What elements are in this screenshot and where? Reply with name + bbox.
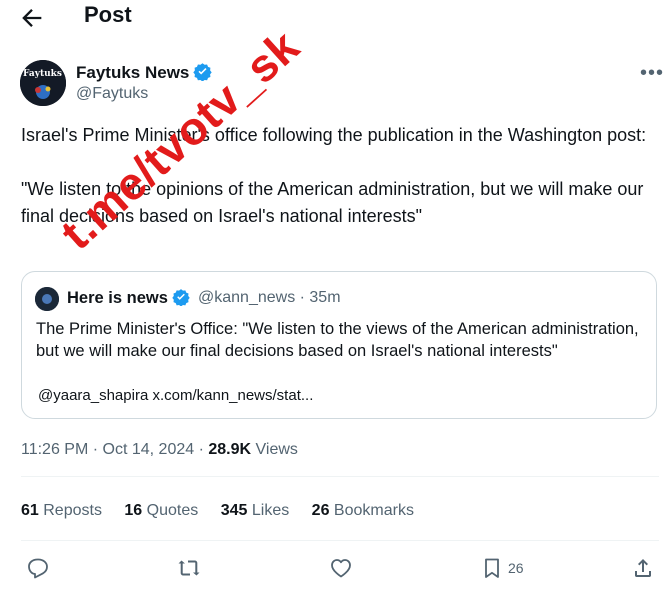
author-handle[interactable]: @Faytuks bbox=[76, 85, 148, 103]
bookmark-icon[interactable] bbox=[480, 556, 506, 582]
reposts-label: Reposts bbox=[43, 502, 102, 519]
repost-icon[interactable] bbox=[177, 556, 203, 582]
quotes-label: Quotes bbox=[146, 502, 199, 519]
bookmarks-count: 26 bbox=[311, 502, 330, 519]
likes-count: 345 bbox=[220, 502, 248, 519]
likes-label: Likes bbox=[251, 502, 290, 519]
more-options-icon[interactable]: ••• bbox=[640, 62, 664, 85]
like-heart-icon[interactable] bbox=[329, 556, 355, 582]
divider bbox=[21, 476, 659, 477]
quote-text: The Prime Minister's Office: "We listen … bbox=[36, 320, 639, 360]
quote-author-name[interactable]: Here is news bbox=[67, 288, 190, 311]
verified-badge-icon bbox=[172, 288, 190, 311]
bookmarks-label: Bookmarks bbox=[333, 502, 414, 519]
reposts-stat[interactable]: 61 Reposts bbox=[21, 502, 102, 519]
quote-author-name-text[interactable]: Here is news bbox=[67, 289, 168, 307]
views-label: Views bbox=[255, 441, 298, 458]
quoted-tweet[interactable]: Here is news @kann_news · 35m The Prime … bbox=[21, 271, 657, 419]
divider bbox=[21, 540, 659, 541]
tweet-time[interactable]: 11:26 PM bbox=[21, 441, 88, 458]
tweet-meta: 11:26 PM · Oct 14, 2024 · 28.9K Views bbox=[21, 441, 298, 458]
author-name-text[interactable]: Faytuks News bbox=[76, 63, 189, 82]
quote-handle-text: @kann_news bbox=[198, 289, 296, 306]
quote-link[interactable]: @yaara_shapira x.com/kann_news/stat... bbox=[38, 387, 313, 404]
author-name[interactable]: Faytuks News bbox=[76, 62, 213, 86]
quotes-count: 16 bbox=[124, 502, 143, 519]
back-arrow-icon[interactable] bbox=[18, 4, 46, 32]
quote-avatar[interactable] bbox=[35, 287, 59, 311]
avatar[interactable]: Faytuks bbox=[20, 60, 66, 106]
engagement-stats: 61 Reposts 16 Quotes 345 Likes 26 Bookma… bbox=[21, 502, 432, 520]
tweet-date[interactable]: Oct 14, 2024 bbox=[103, 441, 195, 458]
share-icon[interactable] bbox=[631, 556, 657, 582]
views-count: 28.9K bbox=[208, 441, 252, 458]
bookmarks-stat[interactable]: 26 Bookmarks bbox=[312, 502, 414, 519]
avatar-label: Faytuks bbox=[23, 69, 62, 79]
bookmark-count: 26 bbox=[508, 560, 524, 576]
reply-icon[interactable] bbox=[26, 556, 52, 582]
likes-stat[interactable]: 345 Likes bbox=[221, 502, 290, 519]
page-title: Post bbox=[84, 2, 132, 27]
reposts-count: 61 bbox=[21, 502, 39, 519]
quote-age: 35m bbox=[309, 289, 341, 306]
quotes-stat[interactable]: 16 Quotes bbox=[124, 502, 198, 519]
quote-author-handle: @kann_news · 35m bbox=[198, 289, 341, 306]
